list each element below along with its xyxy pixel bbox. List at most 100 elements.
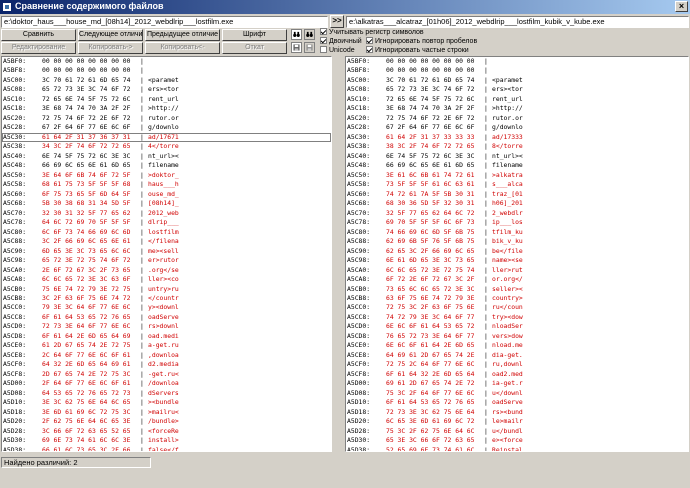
hex-row[interactable]: A5BF8: 00 00 00 00 00 00 00 00 | xyxy=(346,66,688,75)
hex-row[interactable]: A5CF0: 72 75 2C 64 6F 77 6E 6C | ru,downl xyxy=(346,360,688,369)
go-button[interactable]: >> xyxy=(330,15,344,28)
hex-row[interactable]: A5C18: 3E 68 74 74 70 3A 2F 2F | >http:// xyxy=(346,104,688,113)
floppy-icon[interactable] xyxy=(291,42,302,53)
hex-row[interactable]: A5C90: 6D 65 3E 3C 73 65 6C 6C | me><sell xyxy=(2,247,331,256)
hex-row[interactable]: A5D18: 72 73 3E 3C 62 75 6E 64 | rs><bund xyxy=(346,408,688,417)
hex-row[interactable]: A5D20: 6C 65 3E 6D 61 69 6C 72 | le>mailr xyxy=(346,417,688,426)
hex-row[interactable]: A5C98: 6E 61 6D 65 3E 3C 73 65 | name><se xyxy=(346,256,688,265)
hex-row[interactable]: A5C48: 66 69 6C 65 6E 61 6D 65 | filename xyxy=(2,161,331,170)
hex-row[interactable]: A5C40: 6E 74 5F 75 72 6C 3E 3C | nt_url>< xyxy=(346,152,688,161)
checkbox[interactable] xyxy=(366,46,373,53)
hex-row[interactable]: A5C50: 3E 61 6C 6B 61 74 72 61 | >alkatra xyxy=(346,171,688,180)
hex-row[interactable]: A5C60: 6F 75 73 65 5F 6D 64 5F | ouse_md_ xyxy=(2,190,331,199)
hex-row[interactable]: A5C68: 5B 30 38 68 31 34 5D 5F | [08h14]_ xyxy=(2,199,331,208)
hex-row[interactable]: A5C38: 34 3C 2F 74 6F 72 72 65 | 4</torre xyxy=(2,142,331,151)
binoculars-icon[interactable] xyxy=(304,29,315,40)
hex-row[interactable]: A5CA8: 6C 6C 65 72 3E 3C 63 6F | ller><co xyxy=(2,275,331,284)
font-button[interactable]: Шрифт xyxy=(222,29,287,41)
hex-row[interactable]: A5CA8: 6F 72 2E 6F 72 67 3C 2F | or.org</ xyxy=(346,275,688,284)
hex-row[interactable]: A5C58: 73 5F 5F 5F 61 6C 63 61 | s___alca xyxy=(346,180,688,189)
hex-row[interactable]: A5CE0: 61 2D 67 65 74 2E 72 75 | a-get.ru xyxy=(2,341,331,350)
hex-row[interactable]: A5D10: 3E 3C 62 75 6E 64 6C 65 | ><bundle xyxy=(2,398,331,407)
hex-row[interactable]: A5D38: 52 65 69 6E 73 74 61 6C | Reinstal xyxy=(346,446,688,451)
hex-row[interactable]: A5C20: 72 75 74 6F 72 2E 6F 72 | rutor.or xyxy=(346,114,688,123)
hex-row[interactable]: A5CC0: 79 3E 3C 64 6F 77 6E 6C | y><downl xyxy=(2,303,331,312)
hex-row[interactable]: A5CD8: 6F 61 64 2E 6D 65 64 69 | oad.medi xyxy=(2,332,331,341)
hex-row[interactable]: A5D28: 3C 66 6F 72 63 65 52 65 | <forceRe xyxy=(2,427,331,436)
hex-row[interactable]: A5D18: 3E 6D 61 69 6C 72 75 3C | >mailru< xyxy=(2,408,331,417)
hex-row[interactable]: A5CD8: 76 65 72 73 3E 64 6F 77 | vers>dow xyxy=(346,332,688,341)
hex-row[interactable]: A5C18: 3E 68 74 74 70 3A 2F 2F | >http:// xyxy=(2,104,331,113)
hex-row[interactable]: A5CA0: 2E 6F 72 67 3C 2F 73 65 | .org</se xyxy=(2,266,331,275)
hex-row[interactable]: A5CD0: 6E 6C 6F 61 64 53 65 72 | nloadSer xyxy=(346,322,688,331)
hex-row[interactable]: A5C80: 74 66 69 6C 6D 5F 6B 75 | tfilm_ku xyxy=(346,228,688,237)
hex-row[interactable]: A5CB8: 3C 2F 63 6F 75 6E 74 72 | </countr xyxy=(2,294,331,303)
hex-row[interactable]: A5D10: 6F 61 64 53 65 72 76 65 | oadServe xyxy=(346,398,688,407)
hex-row[interactable]: A5CB8: 63 6F 75 6E 74 72 79 3E | country> xyxy=(346,294,688,303)
hex-row[interactable]: A5C70: 32 30 31 32 5F 77 65 62 | 2012_web xyxy=(2,209,331,218)
hex-row[interactable]: A5D08: 75 3C 2F 64 6F 77 6E 6C | u</downl xyxy=(346,389,688,398)
hex-row[interactable]: A5C58: 68 61 75 73 5F 5F 5F 68 | haus___h xyxy=(2,180,331,189)
case-sensitive-option[interactable]: Учитывать регистр символов xyxy=(320,28,424,37)
hex-row[interactable]: A5CE8: 64 69 61 2D 67 65 74 2E | dia-get. xyxy=(346,351,688,360)
copy-right-button[interactable]: Копировать-> xyxy=(78,42,143,54)
hex-row[interactable]: A5CB0: 75 6E 74 72 79 3E 72 75 | untry>ru xyxy=(2,285,331,294)
hex-row[interactable]: A5C60: 74 72 61 7A 5F 5B 30 31 | traz_[01 xyxy=(346,190,688,199)
hex-row[interactable]: A5CC0: 72 75 3C 2F 63 6F 75 6E | ru</coun xyxy=(346,303,688,312)
hex-row[interactable]: A5CE0: 6E 6C 6F 61 64 2E 6D 65 | nload.me xyxy=(346,341,688,350)
hex-row[interactable]: A5C38: 38 3C 2F 74 6F 72 72 65 | 8</torre xyxy=(346,142,688,151)
hex-row[interactable]: A5D08: 64 53 65 72 76 65 72 73 | dServers xyxy=(2,389,331,398)
hex-row[interactable]: A5BF0: 00 00 00 00 00 00 00 00 | xyxy=(346,57,688,66)
hex-row[interactable]: A5D30: 65 3E 3C 66 6F 72 63 65 | e><force xyxy=(346,436,688,445)
hex-row[interactable]: A5CC8: 6F 61 64 53 65 72 76 65 | oadServe xyxy=(2,313,331,322)
hex-row[interactable]: A5D38: 66 61 6C 73 65 3C 2F 66 | false</f xyxy=(2,446,331,451)
hex-row[interactable]: A5CA0: 6C 6C 65 72 3E 72 75 74 | ller>rut xyxy=(346,266,688,275)
hex-row[interactable]: A5C80: 6C 6F 73 74 66 69 6C 6D | lostfilm xyxy=(2,228,331,237)
hex-row[interactable]: A5CF8: 2D 67 65 74 2E 72 75 3C | -get.ru< xyxy=(2,370,331,379)
hex-row[interactable]: A5C90: 62 65 3C 2F 66 69 6C 65 | be</file xyxy=(346,247,688,256)
binary-option[interactable]: Двоичный xyxy=(320,37,362,46)
hex-row[interactable]: A5C88: 62 69 6B 5F 76 5F 6B 75 | bik_v_ku xyxy=(346,237,688,246)
right-file-path[interactable]: e:\alkatras___alcatraz_[01h06]_2012_webd… xyxy=(346,16,689,28)
edit-button[interactable]: Редактирование xyxy=(1,42,76,54)
hex-row[interactable]: A5C28: 67 2F 64 6F 77 6E 6C 6F | g/downlo xyxy=(346,123,688,132)
hex-row[interactable]: A5C28: 67 2F 64 6F 77 6E 6C 6F | g/downlo xyxy=(2,123,331,132)
hex-row[interactable]: A5CF0: 64 32 2E 6D 65 64 69 61 | d2.media xyxy=(2,360,331,369)
hex-row[interactable]: A5C68: 68 30 36 5D 5F 32 30 31 | h06]_201 xyxy=(346,199,688,208)
right-hex-pane[interactable]: A5BF0: 00 00 00 00 00 00 00 00 | A5BF8: 00 0… xyxy=(345,56,689,452)
left-hex-pane[interactable]: A5BF0: 00 00 00 00 00 00 00 00 | A5BF8: 00 0… xyxy=(1,56,332,452)
hex-row[interactable]: A5C30: 61 64 2F 31 37 33 33 33 | ad/17333 xyxy=(346,133,688,142)
compare-button[interactable]: Сравнить xyxy=(1,29,76,41)
hex-row[interactable]: A5CB0: 73 65 6C 6C 65 72 3E 3C | seller>< xyxy=(346,285,688,294)
hex-row[interactable]: A5C08: 65 72 73 3E 3C 74 6F 72 | ers><tor xyxy=(2,85,331,94)
floppy-icon[interactable] xyxy=(304,42,315,53)
hex-row[interactable]: A5C88: 3C 2F 66 69 6C 65 6E 61 | </filena xyxy=(2,237,331,246)
hex-row[interactable]: A5C48: 66 69 6C 65 6E 61 6D 65 | filename xyxy=(346,161,688,170)
hex-row[interactable]: A5D28: 75 3C 2F 62 75 6E 64 6C | u</bundl xyxy=(346,427,688,436)
binoculars-icon[interactable] xyxy=(291,29,302,40)
next-diff-button[interactable]: Следующее отличие xyxy=(78,29,143,41)
hex-row[interactable]: A5C98: 65 72 3E 72 75 74 6F 72 | er>rutor xyxy=(2,256,331,265)
prev-diff-button[interactable]: Предыдущее отличие xyxy=(145,29,220,41)
hex-row[interactable]: A5D30: 69 6E 73 74 61 6C 6C 3E | install> xyxy=(2,436,331,445)
hex-row[interactable]: A5C20: 72 75 74 6F 72 2E 6F 72 | rutor.or xyxy=(2,114,331,123)
hex-row[interactable]: A5CD0: 72 73 3E 64 6F 77 6E 6C | rs>downl xyxy=(2,322,331,331)
checkbox[interactable] xyxy=(320,28,327,35)
hex-row[interactable]: A5C10: 72 65 6E 74 5F 75 72 6C | rent_url xyxy=(2,95,331,104)
close-button[interactable]: × xyxy=(675,1,688,12)
hex-row[interactable]: A5C30: 61 64 2F 31 37 36 37 31 | ad/17671 xyxy=(2,132,331,143)
hex-row[interactable]: A5CC8: 74 72 79 3E 3C 64 6F 77 | try><dow xyxy=(346,313,688,322)
undo-button[interactable]: Откат xyxy=(222,42,287,54)
hex-row[interactable]: A5CF8: 6F 61 64 32 2E 6D 65 64 | oad2.med xyxy=(346,370,688,379)
checkbox[interactable] xyxy=(320,46,327,53)
hex-row[interactable]: A5D00: 2F 64 6F 77 6E 6C 6F 61 | /downloa xyxy=(2,379,331,388)
hex-row[interactable]: A5C78: 64 6C 72 69 70 5F 5F 5F | dlrip___ xyxy=(2,218,331,227)
hex-row[interactable]: A5BF8: 00 00 00 00 00 00 00 00 | xyxy=(2,66,331,75)
copy-left-button[interactable]: Копировать<- xyxy=(145,42,220,54)
hex-row[interactable]: A5C00: 3C 70 61 72 61 6D 65 74 | <paramet xyxy=(2,76,331,85)
checkbox[interactable] xyxy=(320,37,327,44)
unicode-option[interactable]: Unicode xyxy=(320,46,355,55)
left-file-path[interactable]: e:\doktor_haus___house_md_[08h14]_2012_w… xyxy=(1,16,328,28)
hex-row[interactable]: A5C70: 32 5F 77 65 62 64 6C 72 | 2_webdlr xyxy=(346,209,688,218)
ignore-frequent-lines-option[interactable]: Игнорировать частые строки xyxy=(366,46,469,55)
